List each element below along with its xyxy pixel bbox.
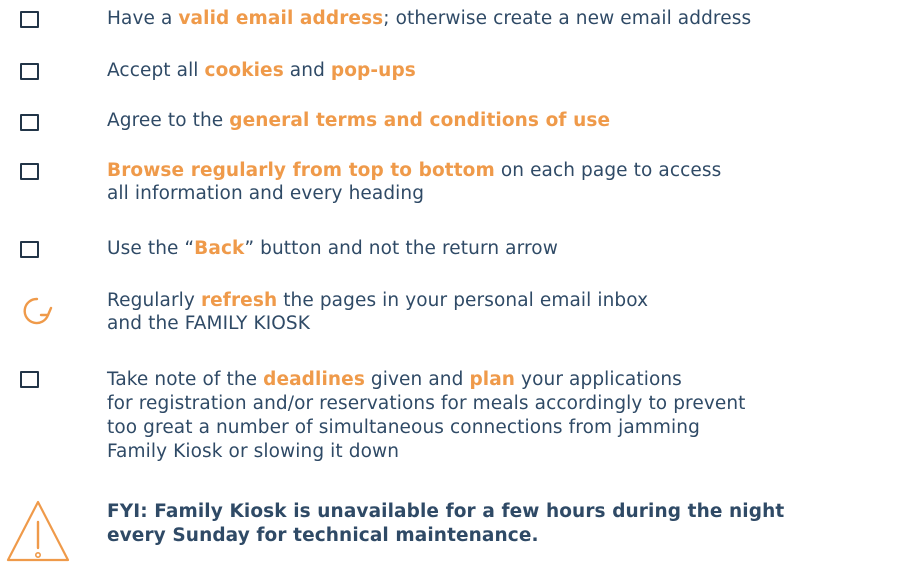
- item-text-line-1: Regularly refresh the pages in your pers…: [107, 290, 649, 311]
- warning-note: FYI: Family Kiosk is unavailable for a f…: [0, 498, 903, 564]
- checkbox-icon[interactable]: [20, 241, 39, 258]
- checkbox-icon[interactable]: [20, 11, 39, 28]
- item-text-line-1: Browse regularly from top to bottom on e…: [107, 160, 722, 181]
- checklist-item: Accept all cookies and pop-ups: [0, 59, 903, 85]
- item-text-line-2: and the FAMILY KIOSK: [107, 313, 310, 334]
- checklist-item: Have a valid email address; otherwise cr…: [0, 6, 903, 32]
- checkbox-icon[interactable]: [20, 163, 39, 180]
- warning-icon: [5, 498, 77, 564]
- checklist-item: Regularly refresh the pages in your pers…: [0, 288, 903, 338]
- item-text: Have a valid email address; otherwise cr…: [107, 8, 752, 29]
- checklist-item: Agree to the general terms and condition…: [0, 110, 903, 136]
- item-text: Use the “Back” button and not the return…: [107, 238, 558, 259]
- checklist-item: Browse regularly from top to bottom on e…: [0, 158, 903, 208]
- item-text-line-2: for registration and/or reservations for…: [107, 393, 746, 414]
- checkbox-icon[interactable]: [20, 371, 39, 388]
- warning-text-line-1: FYI: Family Kiosk is unavailable for a f…: [107, 501, 785, 522]
- item-text-line-2: all information and every heading: [107, 183, 425, 204]
- warning-text-line-2: every Sunday for technical maintenance.: [107, 525, 539, 546]
- refresh-icon: [20, 296, 54, 326]
- checklist-item: Use the “Back” button and not the return…: [0, 238, 903, 264]
- item-text-line-4: Family Kiosk or slowing it down: [107, 441, 400, 462]
- checklist-item: Take note of the deadlines given and pla…: [0, 369, 903, 469]
- item-text-line-3: too great a number of simultaneous conne…: [107, 417, 700, 438]
- checkbox-icon[interactable]: [20, 63, 39, 80]
- item-text: Agree to the general terms and condition…: [107, 110, 611, 131]
- item-text-line-1: Take note of the deadlines given and pla…: [107, 369, 682, 390]
- item-text: Accept all cookies and pop-ups: [107, 60, 416, 81]
- checkbox-icon[interactable]: [20, 114, 39, 131]
